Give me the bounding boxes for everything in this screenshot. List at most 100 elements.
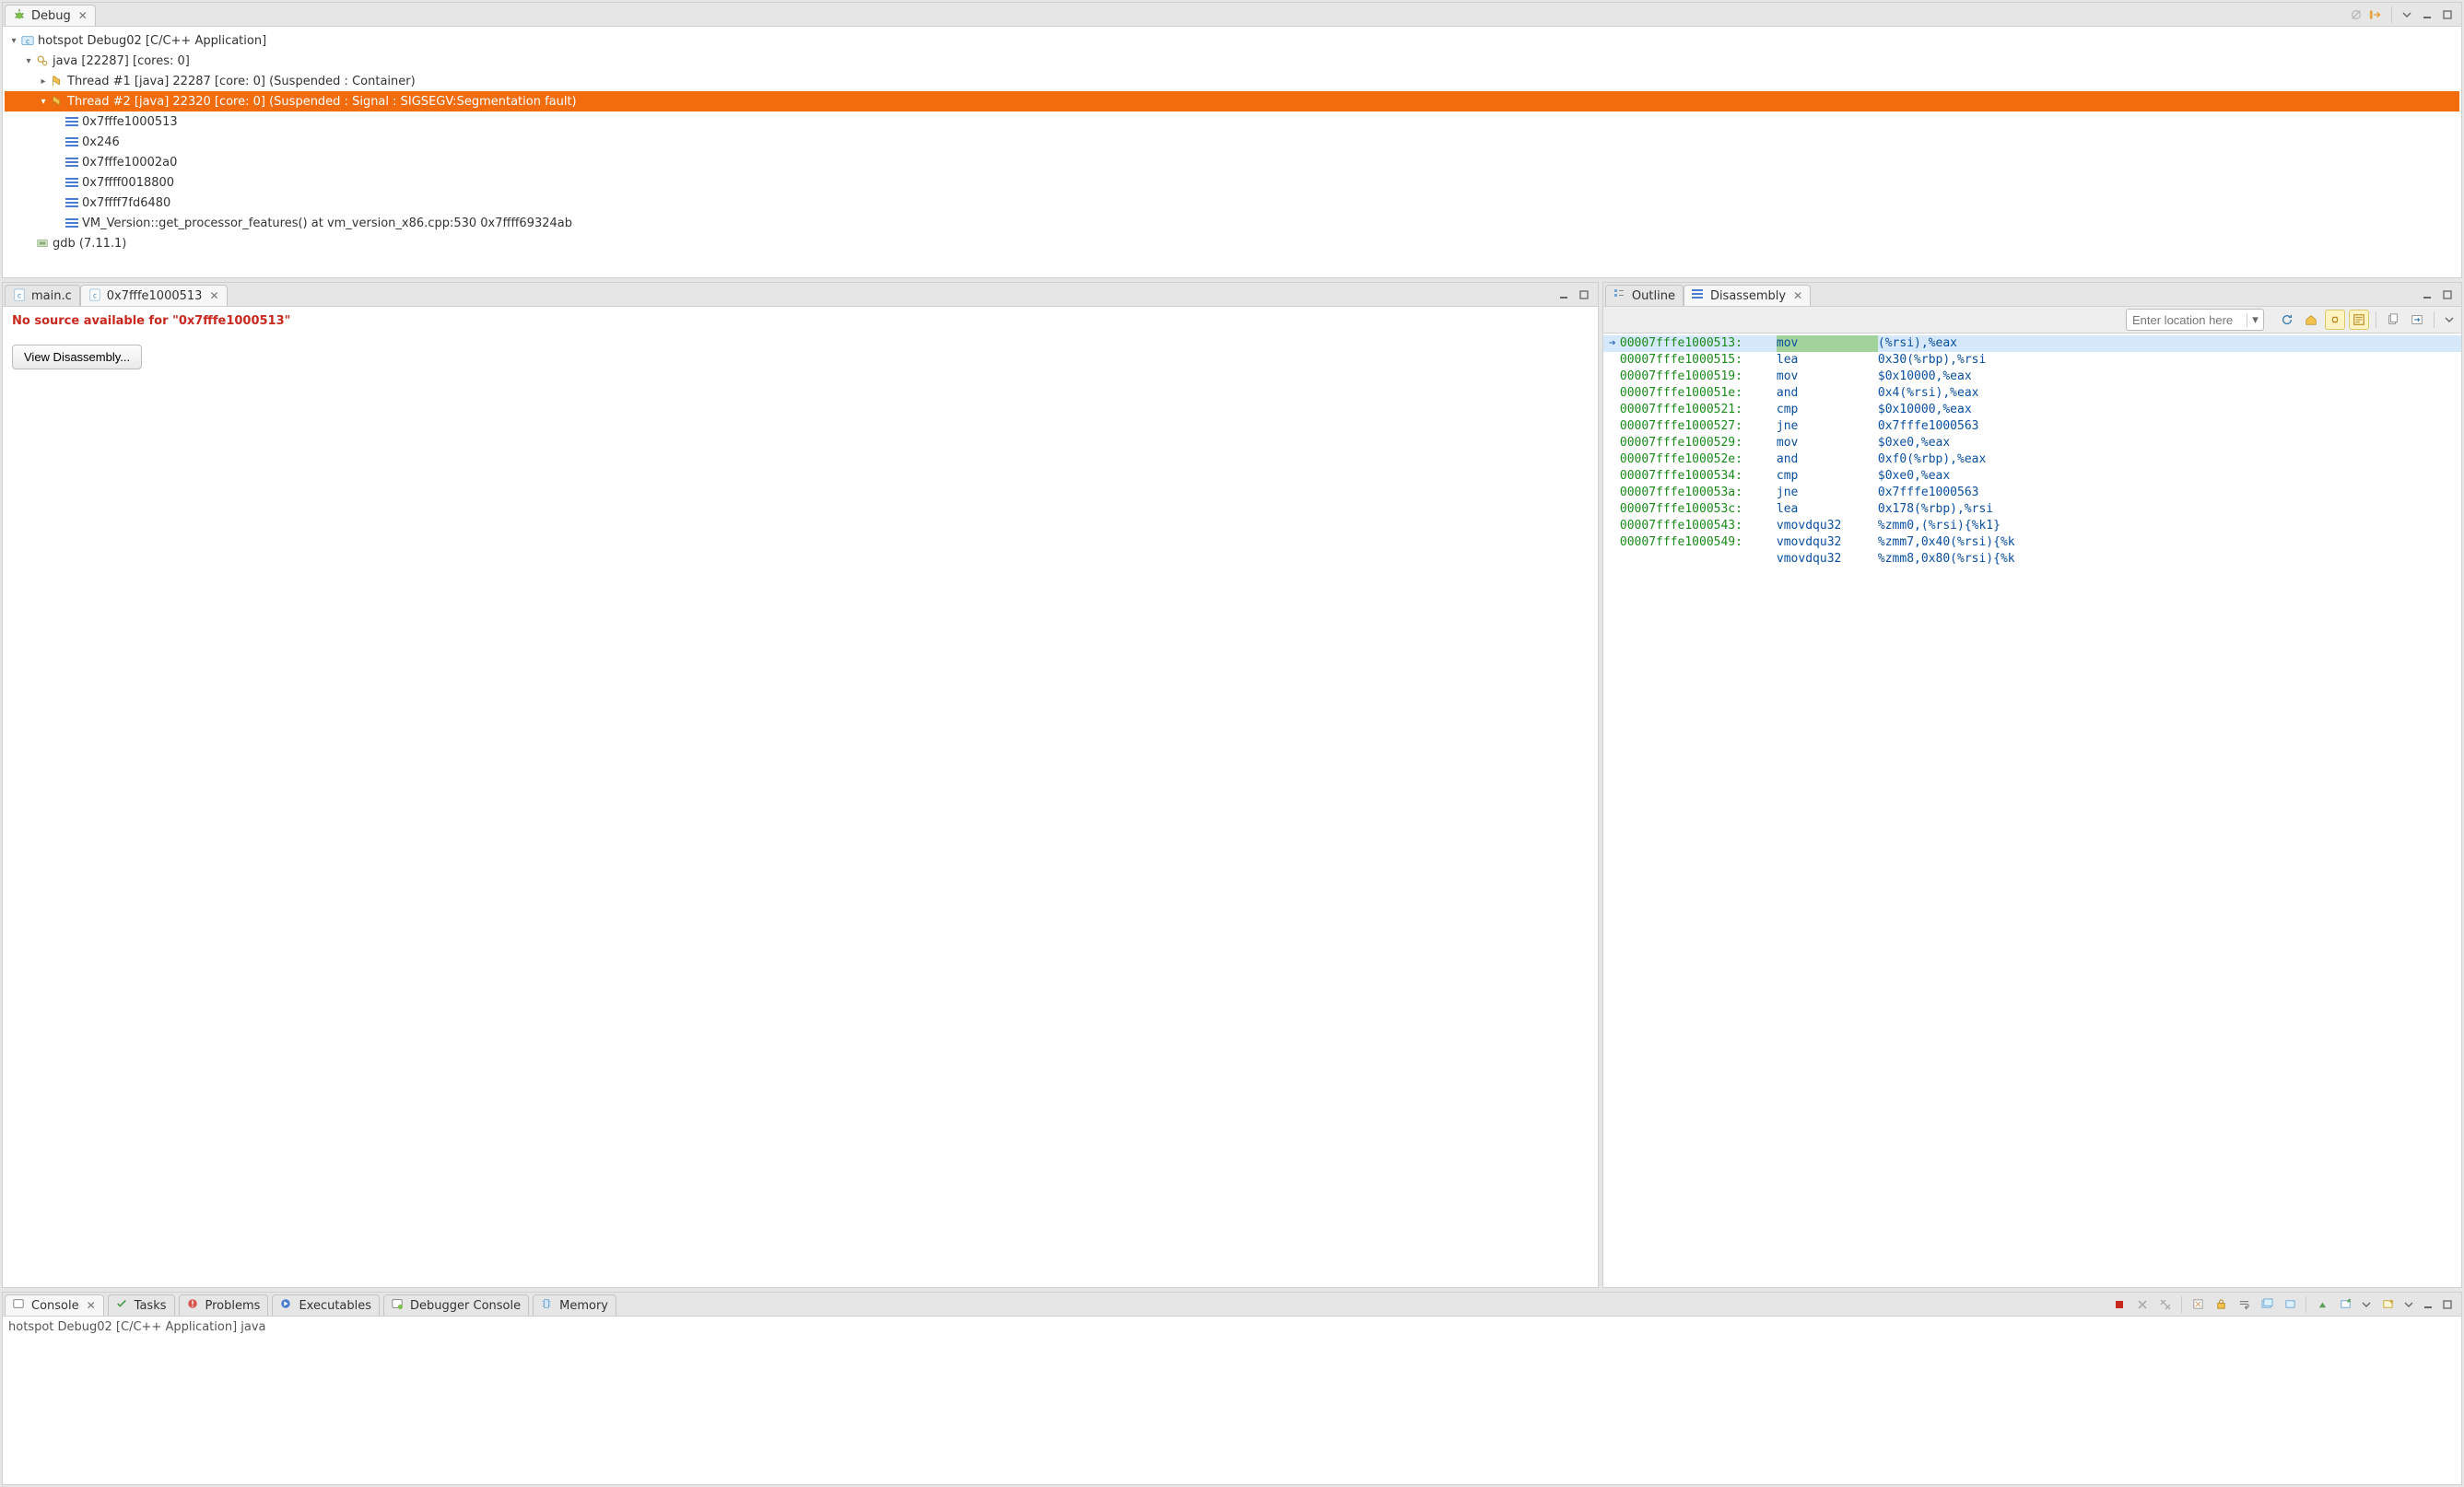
minimize-icon[interactable] bbox=[2419, 287, 2435, 303]
disassembly-line[interactable]: 00007fffe100052e:and0xf0(%rbp),%eax bbox=[1603, 451, 2461, 468]
maximize-icon[interactable] bbox=[2439, 287, 2456, 303]
view-disassembly-button[interactable]: View Disassembly... bbox=[12, 345, 142, 369]
remove-launch-icon[interactable] bbox=[2132, 1294, 2153, 1315]
minimize-icon[interactable] bbox=[2419, 6, 2435, 23]
disassembly-line[interactable]: 00007fffe1000549:vmovdqu32%zmm7,0x40(%rs… bbox=[1603, 534, 2461, 551]
new-console-view-icon[interactable] bbox=[2377, 1294, 2398, 1315]
tab-problems[interactable]: Problems bbox=[179, 1294, 269, 1316]
tree-stackframe[interactable]: 0x7fffe1000513 bbox=[5, 111, 2459, 132]
debug-tree[interactable]: ▾ c hotspot Debug02 [C/C++ Application] … bbox=[3, 27, 2461, 277]
show-console-when-output-icon[interactable] bbox=[2312, 1294, 2332, 1315]
view-menu-icon[interactable] bbox=[2441, 311, 2458, 328]
tab-address[interactable]: c 0x7fffe1000513 ✕ bbox=[80, 285, 228, 306]
tab-outline[interactable]: Outline bbox=[1605, 285, 1684, 306]
expand-toggle-icon[interactable]: ▾ bbox=[8, 36, 19, 46]
debugger-console-icon bbox=[392, 1298, 406, 1313]
memory-icon bbox=[541, 1298, 556, 1313]
word-wrap-icon[interactable] bbox=[2234, 1294, 2254, 1315]
tab-console[interactable]: Console ✕ bbox=[5, 1294, 104, 1316]
disassembly-line[interactable]: 00007fffe1000519:mov$0x10000,%eax bbox=[1603, 369, 2461, 385]
disasm-opcode: cmp bbox=[1777, 402, 1878, 418]
disassembly-line[interactable]: 00007fffe100051e:and0x4(%rsi),%eax bbox=[1603, 385, 2461, 402]
scroll-lock-icon[interactable] bbox=[2211, 1294, 2231, 1315]
step-return-icon[interactable] bbox=[2368, 6, 2385, 23]
disassembly-line[interactable]: 00007fffe1000534:cmp$0xe0,%eax bbox=[1603, 468, 2461, 485]
disasm-operands: %zmm7,0x40(%rsi){%k bbox=[1878, 534, 2015, 551]
show-source-icon[interactable] bbox=[2349, 310, 2369, 330]
view-menu-icon[interactable] bbox=[2400, 1296, 2417, 1313]
maximize-icon[interactable] bbox=[1576, 287, 1592, 303]
disasm-address: 00007fffe1000529: bbox=[1620, 435, 1777, 451]
disassembly-line[interactable]: 00007fffe100053a:jne0x7fffe1000563 bbox=[1603, 485, 2461, 501]
tree-stackframe[interactable]: 0x7fffe10002a0 bbox=[5, 152, 2459, 172]
refresh-icon[interactable] bbox=[2277, 310, 2297, 330]
tab-main-c[interactable]: c main.c bbox=[5, 285, 80, 306]
disassembly-listing[interactable]: ➔00007fffe1000513:mov(%rsi),%eax 00007ff… bbox=[1603, 334, 2461, 1287]
disassembly-line[interactable]: ➔00007fffe1000513:mov(%rsi),%eax bbox=[1603, 335, 2461, 352]
disassembly-line[interactable]: 00007fffe100053c:lea0x178(%rbp),%rsi bbox=[1603, 501, 2461, 518]
tab-debug[interactable]: Debug ✕ bbox=[5, 5, 96, 26]
minimize-icon[interactable] bbox=[1555, 287, 1572, 303]
disassembly-line[interactable]: 00007fffe1000521:cmp$0x10000,%eax bbox=[1603, 402, 2461, 418]
disassembly-line[interactable]: 00007fffe1000515:lea0x30(%rbp),%rsi bbox=[1603, 352, 2461, 369]
tab-debugger-console[interactable]: Debugger Console bbox=[383, 1294, 529, 1316]
tab-console-label: Console bbox=[31, 1299, 79, 1313]
minimize-icon[interactable] bbox=[2420, 1296, 2436, 1313]
tree-stackframe[interactable]: VM_Version::get_processor_features() at … bbox=[5, 213, 2459, 233]
disassembly-line[interactable]: vmovdqu32%zmm8,0x80(%rsi){%k bbox=[1603, 551, 2461, 568]
tree-thread-1-label: Thread #1 [java] 22287 [core: 0] (Suspen… bbox=[65, 75, 416, 88]
remove-all-terminated-icon[interactable] bbox=[2155, 1294, 2176, 1315]
tree-gdb[interactable]: gdb (7.11.1) bbox=[5, 233, 2459, 253]
tree-frame-label: 0x7fffe1000513 bbox=[80, 115, 178, 129]
disasm-opcode: and bbox=[1777, 451, 1878, 468]
close-icon[interactable]: ✕ bbox=[83, 1299, 96, 1312]
pin-console-icon[interactable] bbox=[2257, 1294, 2277, 1315]
display-selected-console-icon[interactable] bbox=[2280, 1294, 2300, 1315]
close-icon[interactable]: ✕ bbox=[75, 9, 88, 22]
tab-memory[interactable]: Memory bbox=[533, 1294, 616, 1316]
copy-icon[interactable] bbox=[2383, 310, 2403, 330]
disasm-operands: %zmm0,(%rsi){%k1} bbox=[1878, 518, 2001, 534]
executables-icon bbox=[280, 1298, 295, 1313]
close-icon[interactable]: ✕ bbox=[1789, 289, 1802, 302]
link-with-active-debug-context-icon[interactable] bbox=[2325, 310, 2345, 330]
disasm-address: 00007fffe1000521: bbox=[1620, 402, 1777, 418]
clear-console-icon[interactable] bbox=[2188, 1294, 2208, 1315]
expand-toggle-icon[interactable]: ▾ bbox=[38, 97, 49, 107]
expand-toggle-icon[interactable]: ▾ bbox=[23, 56, 34, 66]
close-icon[interactable]: ✕ bbox=[205, 289, 218, 302]
chevron-down-icon[interactable]: ▾ bbox=[2247, 313, 2263, 327]
instruction-pointer-icon bbox=[1609, 385, 1620, 402]
expand-toggle-icon[interactable]: ▸ bbox=[38, 76, 49, 87]
disassembly-line[interactable]: 00007fffe1000527:jne0x7fffe1000563 bbox=[1603, 418, 2461, 435]
maximize-icon[interactable] bbox=[2439, 6, 2456, 23]
location-combo[interactable]: ▾ bbox=[2126, 309, 2264, 331]
instruction-pointer-icon bbox=[1609, 435, 1620, 451]
disassembly-line[interactable]: 00007fffe1000529:mov$0xe0,%eax bbox=[1603, 435, 2461, 451]
open-console-icon[interactable] bbox=[2335, 1294, 2355, 1315]
tab-tasks[interactable]: Tasks bbox=[108, 1294, 175, 1316]
tree-stackframe[interactable]: 0x7ffff7fd6480 bbox=[5, 193, 2459, 213]
tab-debug-label: Debug bbox=[31, 9, 71, 23]
tab-executables[interactable]: Executables bbox=[272, 1294, 380, 1316]
tree-stackframe[interactable]: 0x7ffff0018800 bbox=[5, 172, 2459, 193]
terminate-icon[interactable] bbox=[2109, 1294, 2130, 1315]
tree-process[interactable]: ▾ java [22287] [cores: 0] bbox=[5, 51, 2459, 71]
tree-thread-2[interactable]: ▾ Thread #2 [java] 22320 [core: 0] (Susp… bbox=[5, 91, 2459, 111]
maximize-icon[interactable] bbox=[2439, 1296, 2456, 1313]
skip-breakpoints-icon[interactable] bbox=[2348, 6, 2364, 23]
goto-address-icon[interactable] bbox=[2407, 310, 2427, 330]
view-menu-icon[interactable] bbox=[2358, 1296, 2375, 1313]
home-icon[interactable] bbox=[2301, 310, 2321, 330]
c-file-icon: c bbox=[88, 288, 103, 303]
tab-disassembly[interactable]: Disassembly ✕ bbox=[1684, 285, 1811, 306]
view-menu-icon[interactable] bbox=[2399, 6, 2415, 23]
c-app-icon: c bbox=[19, 34, 36, 47]
location-input[interactable] bbox=[2127, 313, 2247, 327]
tree-stackframe[interactable]: 0x246 bbox=[5, 132, 2459, 152]
console-body[interactable]: hotspot Debug02 [C/C++ Application] java bbox=[3, 1317, 2461, 1484]
tree-launch-config[interactable]: ▾ c hotspot Debug02 [C/C++ Application] bbox=[5, 30, 2459, 51]
separator bbox=[2434, 311, 2435, 328]
tree-thread-1[interactable]: ▸ Thread #1 [java] 22287 [core: 0] (Susp… bbox=[5, 71, 2459, 91]
disassembly-line[interactable]: 00007fffe1000543:vmovdqu32%zmm0,(%rsi){%… bbox=[1603, 518, 2461, 534]
